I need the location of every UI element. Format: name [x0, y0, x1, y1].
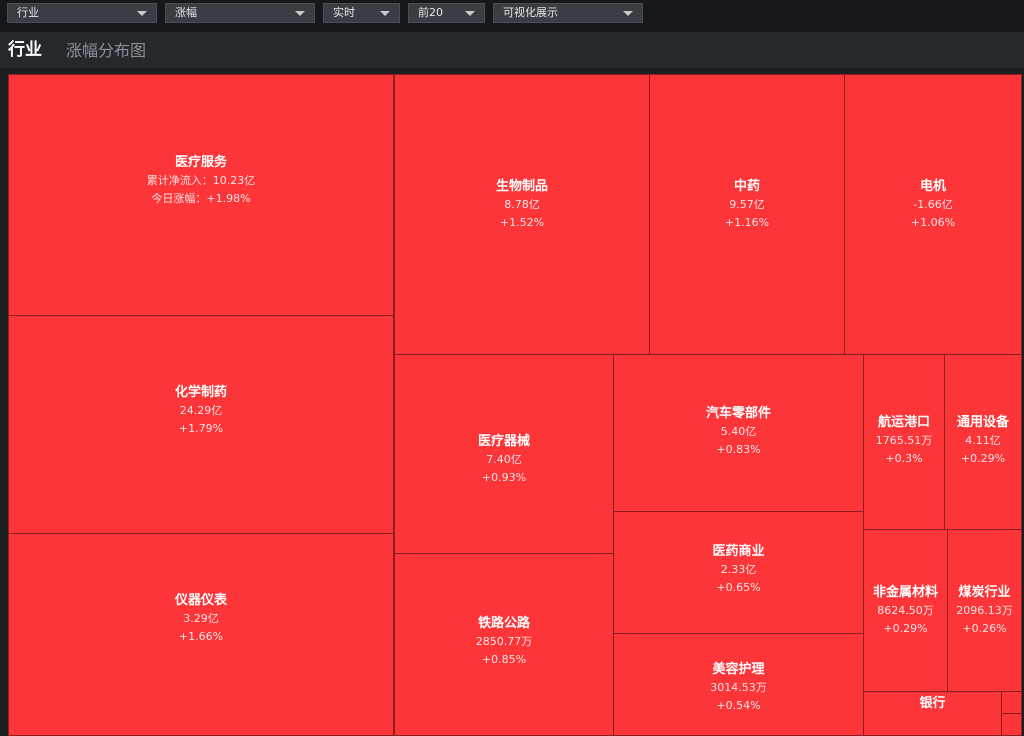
cell-net-inflow: 2850.77万 [475, 635, 533, 648]
treemap-cell-rail-highway[interactable]: 铁路公路 2850.77万 +0.85% [394, 553, 614, 736]
cell-change: +0.54% [716, 699, 761, 712]
category-select-value: 行业 [17, 6, 39, 19]
cell-name: 医药商业 [712, 544, 765, 559]
chevron-down-icon [380, 11, 390, 16]
view-mode-select-value: 可视化展示 [503, 6, 558, 19]
cell-change: 今日涨幅：+1.98% [151, 191, 251, 205]
cell-net-inflow: -1.66亿 [913, 198, 953, 211]
cell-change: +0.83% [716, 442, 761, 456]
chevron-down-icon [137, 11, 147, 16]
cell-net-inflow: 1765.51万 [875, 433, 933, 447]
cell-net-inflow: 8624.50万 [877, 604, 934, 617]
cell-name: 美容护理 [712, 662, 765, 677]
cell-name: 煤炭行业 [958, 585, 1011, 600]
cell-change: +0.85% [481, 653, 527, 666]
cell-change: +0.93% [481, 470, 527, 484]
treemap-cell-banking[interactable]: 银行 [863, 691, 1002, 736]
cell-name: 汽车零部件 [705, 405, 771, 421]
treemap-cell-chemical-pharma[interactable]: 化学制药 24.29亿 +1.79% [8, 315, 394, 534]
treemap-cell-coal[interactable]: 煤炭行业 2096.13万 +0.26% [947, 529, 1022, 692]
cell-net-inflow: 9.57亿 [729, 198, 765, 211]
cell-name: 非金属材料 [872, 585, 938, 600]
cell-change: +1.66% [178, 630, 224, 643]
treemap-cell-beauty-care[interactable]: 美容护理 3014.53万 +0.54% [613, 633, 864, 736]
cell-net-inflow: 3.29亿 [183, 612, 219, 625]
cell-net-inflow: 2096.13万 [956, 604, 1013, 617]
period-select[interactable]: 实时 [323, 3, 400, 23]
view-mode-select[interactable]: 可视化展示 [493, 3, 643, 23]
treemap-cell-instruments[interactable]: 仪器仪表 3.29亿 +1.66% [8, 533, 394, 736]
treemap-cell-shipping-ports[interactable]: 航运港口 1765.51万 +0.3% [863, 354, 945, 530]
cell-name: 电机 [919, 179, 946, 194]
topn-select-value: 前20 [418, 6, 443, 19]
cell-name: 化学制药 [174, 385, 227, 400]
treemap-cell-auto-parts[interactable]: 汽车零部件 5.40亿 +0.83% [613, 354, 864, 512]
treemap-cell-small-b[interactable] [1001, 713, 1022, 736]
cell-change: +0.29% [960, 451, 1006, 465]
category-select[interactable]: 行业 [7, 3, 157, 23]
cell-change: +1.06% [910, 216, 956, 229]
metric-select-value: 涨幅 [175, 6, 197, 19]
treemap-cell-medical-services[interactable]: 医疗服务 累计净流入：10.23亿 今日涨幅：+1.98% [8, 74, 394, 316]
cell-change: +1.79% [178, 422, 224, 435]
cell-net-inflow: 2.33亿 [720, 563, 757, 576]
cell-net-inflow: 24.29亿 [179, 404, 223, 417]
cell-name: 铁路公路 [477, 616, 530, 631]
treemap-cell-general-equipment[interactable]: 通用设备 4.11亿 +0.29% [944, 354, 1022, 530]
treemap-cell-small-a[interactable] [1001, 691, 1022, 714]
cell-change: +0.26% [962, 622, 1007, 635]
cell-change: +0.65% [716, 581, 761, 594]
chevron-down-icon [295, 11, 305, 16]
treemap-cell-biologics[interactable]: 生物制品 8.78亿 +1.52% [394, 74, 650, 355]
cell-net-inflow: 8.78亿 [504, 198, 540, 211]
page-subtitle: 涨幅分布图 [66, 41, 147, 60]
treemap-cell-motors[interactable]: 电机 -1.66亿 +1.06% [844, 74, 1022, 355]
cell-net-inflow: 4.11亿 [965, 433, 1001, 447]
chevron-down-icon [623, 11, 633, 16]
cell-name: 医疗器械 [477, 433, 530, 449]
cell-change: +1.52% [499, 216, 545, 229]
cell-name: 医疗服务 [174, 154, 227, 170]
treemap-cell-tcm[interactable]: 中药 9.57亿 +1.16% [649, 74, 845, 355]
cell-name: 中药 [733, 179, 760, 194]
cell-change: +1.16% [724, 216, 770, 229]
treemap-cell-nonmetal-materials[interactable]: 非金属材料 8624.50万 +0.29% [863, 529, 948, 692]
cell-net-inflow: 7.40亿 [486, 452, 522, 466]
cell-net-inflow: 累计净流入：10.23亿 [146, 173, 256, 187]
cell-change: +0.3% [885, 451, 923, 465]
cell-net-inflow: 5.40亿 [720, 424, 757, 438]
cell-name: 生物制品 [495, 179, 548, 194]
cell-name: 仪器仪表 [174, 593, 227, 608]
cell-name: 银行 [919, 696, 946, 711]
cell-name: 航运港口 [877, 414, 930, 430]
period-select-value: 实时 [333, 6, 355, 19]
page-header: 行业 涨幅分布图 [0, 32, 1024, 68]
cell-name: 通用设备 [956, 414, 1009, 430]
chevron-down-icon [465, 11, 475, 16]
cell-net-inflow: 3014.53万 [710, 681, 767, 694]
topn-select[interactable]: 前20 [408, 3, 485, 23]
treemap-cell-medical-devices[interactable]: 医疗器械 7.40亿 +0.93% [394, 354, 614, 554]
page-title: 行业 [8, 40, 42, 60]
cell-change: +0.29% [883, 622, 928, 635]
metric-select[interactable]: 涨幅 [165, 3, 315, 23]
treemap: 医疗服务 累计净流入：10.23亿 今日涨幅：+1.98% 生物制品 8.78亿… [6, 72, 1024, 736]
toolbar: 行业 涨幅 实时 前20 可视化展示 [0, 0, 1024, 32]
treemap-cell-pharma-commerce[interactable]: 医药商业 2.33亿 +0.65% [613, 511, 864, 634]
